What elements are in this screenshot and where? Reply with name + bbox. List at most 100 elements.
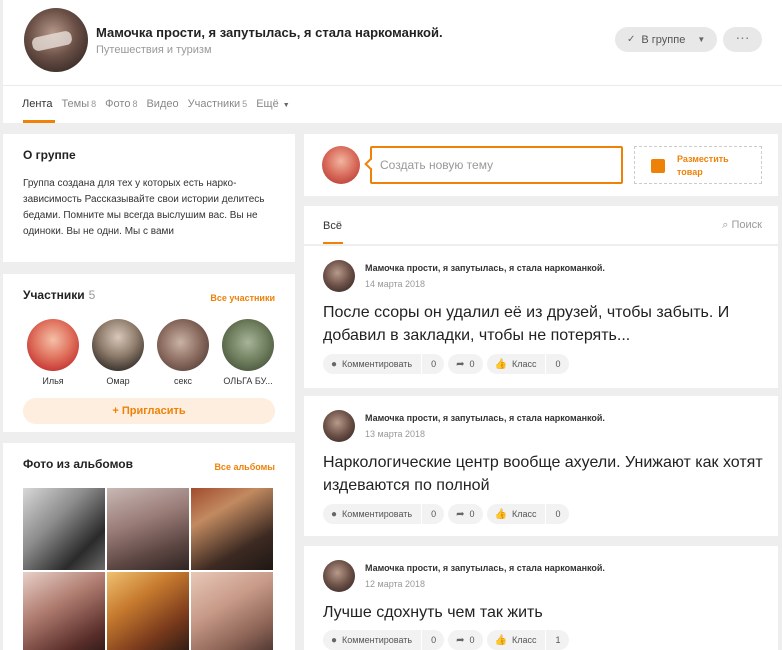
place-product-button[interactable]: Разместить товар xyxy=(634,146,762,184)
like-button[interactable]: 👍 Класс 0 xyxy=(486,354,569,374)
post-actions: ● Комментировать 0 ➦ 0 👍 Класс 1 xyxy=(323,630,569,650)
tab-count: 8 xyxy=(132,99,138,109)
all-members-link[interactable]: Все участники xyxy=(210,293,275,303)
comment-icon: ● xyxy=(331,508,338,520)
post-actions: ● Комментировать 0 ➦ 0 👍 Класс 0 xyxy=(323,354,569,374)
group-title[interactable]: Мамочка прости, я запутылась, я стала на… xyxy=(96,25,443,40)
group-nav: Лента Темы 8 Фото 8 Видео Участники 5 Ещё ▼ xyxy=(22,98,299,110)
album-photo[interactable] xyxy=(191,572,273,650)
member-avatar xyxy=(222,319,274,371)
share-count: 0 xyxy=(469,509,475,519)
member-avatar xyxy=(92,319,144,371)
tab-count: 8 xyxy=(91,99,97,109)
tab-more[interactable]: Ещё ▼ xyxy=(256,98,289,110)
place-product-label-2: товар xyxy=(677,167,703,177)
comment-label: Комментировать xyxy=(342,635,413,645)
more-button[interactable]: ··· xyxy=(723,27,762,52)
share-button[interactable]: ➦ 0 xyxy=(448,630,483,650)
album-photo[interactable] xyxy=(23,488,105,570)
divider xyxy=(545,630,547,650)
like-count: 0 xyxy=(555,509,561,519)
post-date: 13 марта 2018 xyxy=(365,429,426,439)
about-title: О группе xyxy=(23,148,76,162)
user-avatar[interactable] xyxy=(322,146,360,184)
share-button[interactable]: ➦ 0 xyxy=(448,504,483,524)
like-count: 0 xyxy=(555,359,561,369)
share-icon: ➦ xyxy=(456,358,465,370)
members-title: Участники 5 xyxy=(23,288,95,302)
post-text[interactable]: Наркологические центр вообще ахуели. Уни… xyxy=(323,451,763,497)
share-button[interactable]: ➦ 0 xyxy=(448,354,483,374)
tab-all[interactable]: Всё xyxy=(323,220,342,232)
thumbs-up-icon: 👍 xyxy=(494,634,507,646)
members-title-label: Участники xyxy=(23,288,85,302)
tab-topics[interactable]: Темы 8 xyxy=(61,98,96,110)
comment-count: 0 xyxy=(431,509,437,519)
comment-button[interactable]: ● Комментировать 0 xyxy=(323,504,445,524)
feed-post: Мамочка прости, я запутылась, я стала на… xyxy=(304,546,778,650)
invite-button[interactable]: + Пригласить xyxy=(23,398,275,424)
divider xyxy=(545,504,547,524)
post-author-avatar[interactable] xyxy=(323,410,355,442)
post-author-avatar[interactable] xyxy=(323,260,355,292)
photos-card: Фото из альбомов Все альбомы xyxy=(3,443,295,650)
post-text[interactable]: После ссоры он удалил её из друзей, чтоб… xyxy=(323,301,763,347)
group-avatar[interactable] xyxy=(24,8,88,72)
divider xyxy=(421,504,423,524)
tab-photos[interactable]: Фото 8 xyxy=(105,98,137,110)
member-name: ОЛЬГА БУ... xyxy=(223,376,273,386)
all-albums-link[interactable]: Все альбомы xyxy=(214,462,275,472)
post-date: 12 марта 2018 xyxy=(365,579,426,589)
member-item[interactable]: секс xyxy=(154,319,212,386)
group-category[interactable]: Путешествия и туризм xyxy=(96,44,212,56)
post-author[interactable]: Мамочка прости, я запутылась, я стала на… xyxy=(365,413,605,423)
like-label: Класс xyxy=(511,509,537,519)
like-label: Класс xyxy=(511,359,537,369)
like-button[interactable]: 👍 Класс 0 xyxy=(486,504,569,524)
tab-video[interactable]: Видео xyxy=(146,98,178,110)
post-author[interactable]: Мамочка прости, я запутылась, я стала на… xyxy=(365,563,605,573)
member-name: Илья xyxy=(42,376,64,386)
chevron-down-icon: ▼ xyxy=(697,35,706,44)
members-card: Участники 5 Все участники Илья Омар секс … xyxy=(3,274,295,432)
album-photo[interactable] xyxy=(191,488,273,570)
share-count: 0 xyxy=(469,635,475,645)
tab-label: Лента xyxy=(22,98,53,110)
share-icon: ➦ xyxy=(456,508,465,520)
active-tab-indicator xyxy=(23,120,55,123)
album-photo[interactable] xyxy=(107,488,189,570)
comment-label: Комментировать xyxy=(342,359,413,369)
feed-post: Мамочка прости, я запутылась, я стала на… xyxy=(304,396,778,536)
comment-icon: ● xyxy=(331,634,338,646)
invite-label: Пригласить xyxy=(121,405,186,417)
album-photo[interactable] xyxy=(23,572,105,650)
divider xyxy=(421,354,423,374)
tab-label: Темы xyxy=(61,98,90,110)
in-group-button[interactable]: ✓ В группе ▼ xyxy=(615,27,717,52)
comment-button[interactable]: ● Комментировать 0 xyxy=(323,630,445,650)
tab-label: Участники xyxy=(187,98,241,110)
feed-search-button[interactable]: ⌕ Поиск xyxy=(722,219,762,232)
member-avatar xyxy=(157,319,209,371)
topic-composer: Создать новую тему Разместить товар xyxy=(304,134,778,196)
tab-label: Видео xyxy=(146,98,179,110)
search-icon: ⌕ xyxy=(722,219,729,231)
post-text[interactable]: Лучше сдохнуть чем так жить xyxy=(323,601,763,624)
new-topic-input[interactable]: Создать новую тему xyxy=(370,146,623,184)
share-count: 0 xyxy=(469,359,475,369)
post-author-avatar[interactable] xyxy=(323,560,355,592)
member-item[interactable]: Омар xyxy=(89,319,147,386)
member-name: секс xyxy=(173,376,193,386)
feed-tabs: Всё ⌕ Поиск xyxy=(304,206,778,245)
about-text: Группа создана для тех у которых есть на… xyxy=(23,178,265,237)
member-item[interactable]: Илья xyxy=(24,319,82,386)
like-button[interactable]: 👍 Класс 1 xyxy=(486,630,569,650)
tab-members[interactable]: Участники 5 xyxy=(188,98,248,110)
place-product-label: Разместить xyxy=(677,154,729,164)
comment-button[interactable]: ● Комментировать 0 xyxy=(323,354,445,374)
tab-feed[interactable]: Лента xyxy=(22,98,52,110)
member-item[interactable]: ОЛЬГА БУ... xyxy=(219,319,277,386)
post-author[interactable]: Мамочка прости, я запутылась, я стала на… xyxy=(365,263,605,273)
comment-count: 0 xyxy=(431,635,437,645)
album-photo[interactable] xyxy=(107,572,189,650)
